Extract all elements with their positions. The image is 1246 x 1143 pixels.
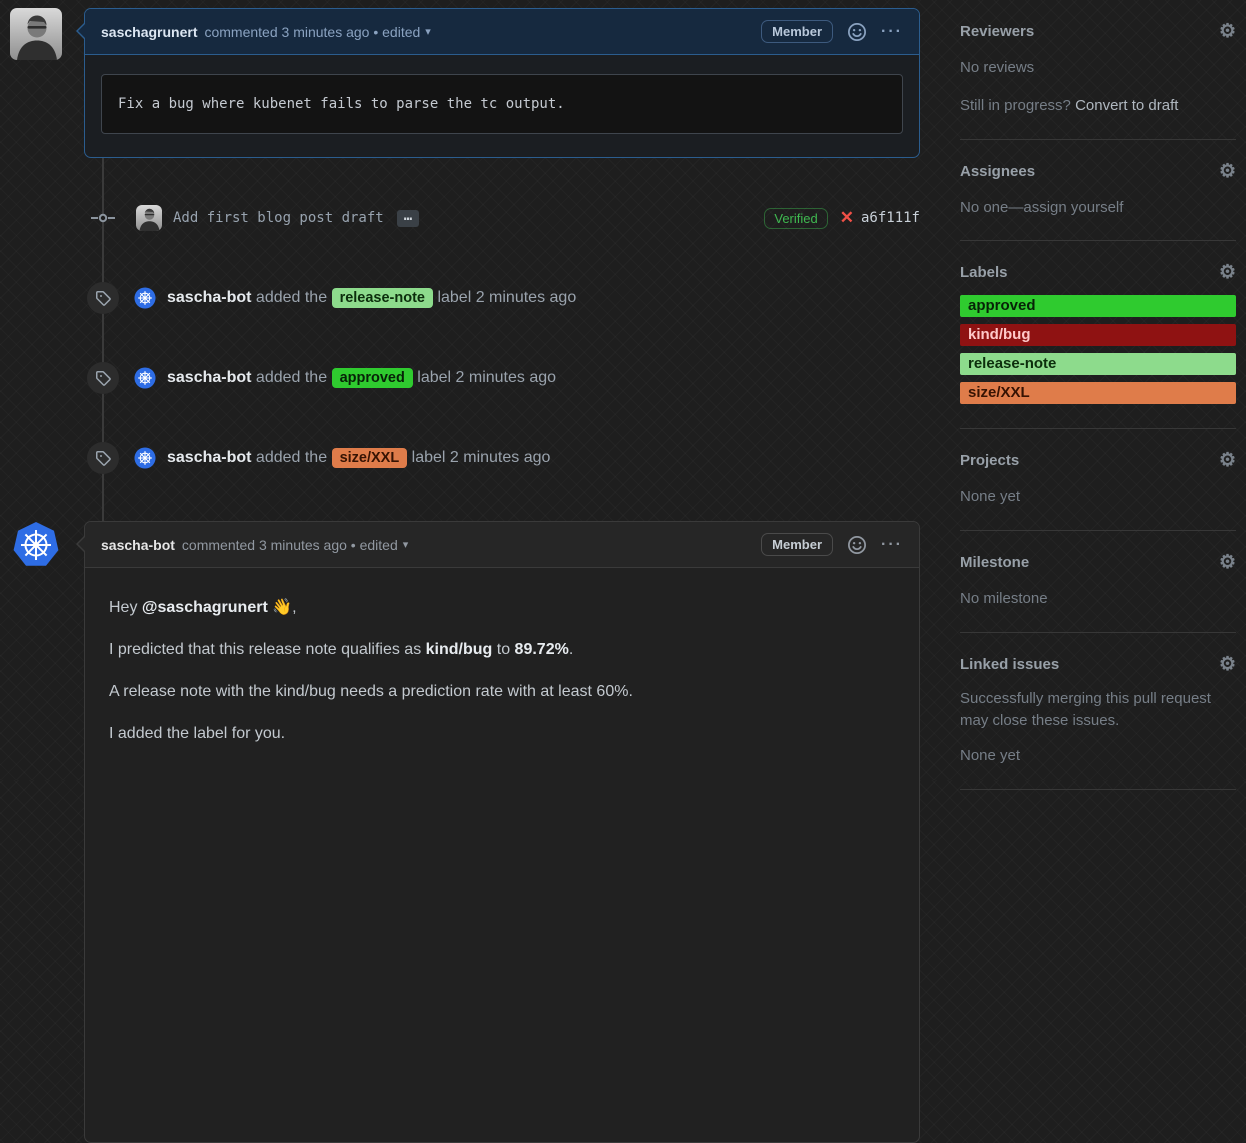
gear-icon[interactable]: ⚙: [1219, 655, 1236, 674]
event-text: added the: [256, 449, 327, 466]
event-timestamp: label 2 minutes ago: [412, 449, 551, 466]
comment-paragraph: Hey @saschagrunert 👋,: [109, 597, 895, 617]
label-chip[interactable]: release-note: [332, 288, 433, 308]
tag-icon: [87, 442, 119, 474]
commit-sha[interactable]: a6f111f: [861, 210, 920, 226]
event-timestamp: label 2 minutes ago: [417, 369, 556, 386]
comment-author[interactable]: sascha-bot: [101, 537, 175, 553]
section-title: Assignees: [960, 163, 1035, 180]
section-title: Labels: [960, 264, 1008, 281]
draft-hint-text: Still in progress?: [960, 97, 1071, 114]
tag-icon: [87, 362, 119, 394]
bot-avatar-kubernetes[interactable]: [134, 367, 156, 389]
sidebar-label-size-xxl[interactable]: size/XXL: [960, 382, 1236, 404]
comment-meta: commented 3 minutes ago • edited: [204, 24, 420, 40]
sidebar-section-projects: Projects ⚙ None yet: [960, 429, 1236, 531]
kubernetes-logo-icon: [12, 521, 60, 569]
commit-row: Add first blog post draft … Verified ✕ a…: [84, 204, 920, 232]
member-badge: Member: [761, 20, 833, 43]
convert-to-draft-link[interactable]: Convert to draft: [1075, 97, 1178, 114]
bot-avatar-kubernetes[interactable]: [134, 447, 156, 469]
milestone-empty-text: No milestone: [960, 588, 1236, 610]
comment-meta: commented 3 minutes ago • edited: [182, 537, 398, 553]
sidebar-section-linked-issues: Linked issues ⚙ Successfully merging this…: [960, 633, 1236, 790]
user-avatar-image: [10, 8, 62, 60]
sidebar-section-milestone: Milestone ⚙ No milestone: [960, 531, 1236, 633]
verified-badge[interactable]: Verified: [764, 208, 827, 229]
sidebar-section-labels: Labels ⚙ approved kind/bug release-note s…: [960, 241, 1236, 429]
assignees-empty-text[interactable]: No one—assign yourself: [960, 197, 1236, 219]
comment-paragraph: I predicted that this release note quali…: [109, 641, 895, 659]
comment-caret: [78, 535, 87, 553]
gear-icon[interactable]: ⚙: [1219, 553, 1236, 572]
label-chip[interactable]: approved: [332, 368, 413, 388]
reviewers-empty-text: No reviews: [960, 57, 1236, 79]
add-reaction-icon[interactable]: [847, 535, 867, 555]
section-title: Milestone: [960, 554, 1029, 571]
sidebar-section-assignees: Assignees ⚙ No one—assign yourself: [960, 140, 1236, 242]
section-title: Linked issues: [960, 656, 1059, 673]
sidebar-section-reviewers: Reviewers ⚙ No reviews Still in progress?…: [960, 0, 1236, 140]
edited-dropdown-caret[interactable]: ▾: [425, 25, 431, 38]
comment-header: saschagrunert commented 3 minutes ago • …: [85, 9, 919, 55]
git-commit-icon: [91, 210, 115, 226]
gear-icon[interactable]: ⚙: [1219, 162, 1236, 181]
comment-paragraph: I added the label for you.: [109, 725, 895, 743]
sidebar-label-kind-bug[interactable]: kind/bug: [960, 324, 1236, 346]
status-failed-x-icon[interactable]: ✕: [840, 208, 854, 228]
bot-avatar-kubernetes[interactable]: [12, 521, 60, 569]
tag-icon: [87, 282, 119, 314]
event-actor[interactable]: sascha-bot: [167, 369, 251, 386]
wave-emoji: 👋: [272, 599, 292, 616]
user-mention[interactable]: @saschagrunert: [142, 599, 268, 616]
sidebar-label-release-note[interactable]: release-note: [960, 353, 1236, 375]
sidebar-label-approved[interactable]: approved: [960, 295, 1236, 317]
comment-body: Fix a bug where kubenet fails to parse t…: [85, 55, 919, 153]
event-actor[interactable]: sascha-bot: [167, 289, 251, 306]
pr-sidebar: Reviewers ⚙ No reviews Still in progress?…: [960, 0, 1236, 790]
comment-caret: [78, 22, 87, 40]
comment-body: Hey @saschagrunert 👋, I predicted that t…: [85, 568, 919, 767]
event-text: added the: [256, 289, 327, 306]
pr-description-comment: saschagrunert commented 3 minutes ago • …: [84, 8, 920, 158]
gear-icon[interactable]: ⚙: [1219, 22, 1236, 41]
event-actor[interactable]: sascha-bot: [167, 449, 251, 466]
bot-avatar-kubernetes[interactable]: [134, 287, 156, 309]
linked-issues-empty-text: None yet: [960, 745, 1236, 767]
user-avatar[interactable]: [10, 8, 62, 60]
edited-dropdown-caret[interactable]: ▾: [403, 538, 409, 551]
commit-author-avatar[interactable]: [136, 205, 162, 231]
label-event-row: sascha-bot added the approved label 2 mi…: [84, 361, 920, 395]
kebab-menu-icon[interactable]: ···: [881, 23, 903, 41]
event-text: added the: [256, 369, 327, 386]
section-title: Projects: [960, 452, 1019, 469]
label-event-row: sascha-bot added the size/XXL label 2 mi…: [84, 441, 920, 475]
pr-conversation-timeline: saschagrunert commented 3 minutes ago • …: [84, 0, 920, 780]
linked-issues-desc: Successfully merging this pull request m…: [960, 688, 1236, 732]
label-chip[interactable]: size/XXL: [332, 448, 408, 468]
section-title: Reviewers: [960, 23, 1034, 40]
kebab-menu-icon[interactable]: ···: [881, 536, 903, 554]
gear-icon[interactable]: ⚙: [1219, 451, 1236, 470]
comment-paragraph: A release note with the kind/bug needs a…: [109, 683, 895, 701]
gear-icon[interactable]: ⚙: [1219, 263, 1236, 282]
add-reaction-icon[interactable]: [847, 22, 867, 42]
comment-header: sascha-bot commented 3 minutes ago • edi…: [85, 522, 919, 568]
bot-comment: sascha-bot commented 3 minutes ago • edi…: [84, 521, 920, 1143]
member-badge: Member: [761, 533, 833, 556]
commit-description-expander[interactable]: …: [397, 210, 419, 227]
comment-author[interactable]: saschagrunert: [101, 24, 197, 40]
release-note-code-block: Fix a bug where kubenet fails to parse t…: [101, 74, 903, 134]
event-timestamp: label 2 minutes ago: [437, 289, 576, 306]
commit-message[interactable]: Add first blog post draft: [173, 210, 384, 226]
label-event-row: sascha-bot added the release-note label …: [84, 281, 920, 315]
projects-empty-text: None yet: [960, 486, 1236, 508]
